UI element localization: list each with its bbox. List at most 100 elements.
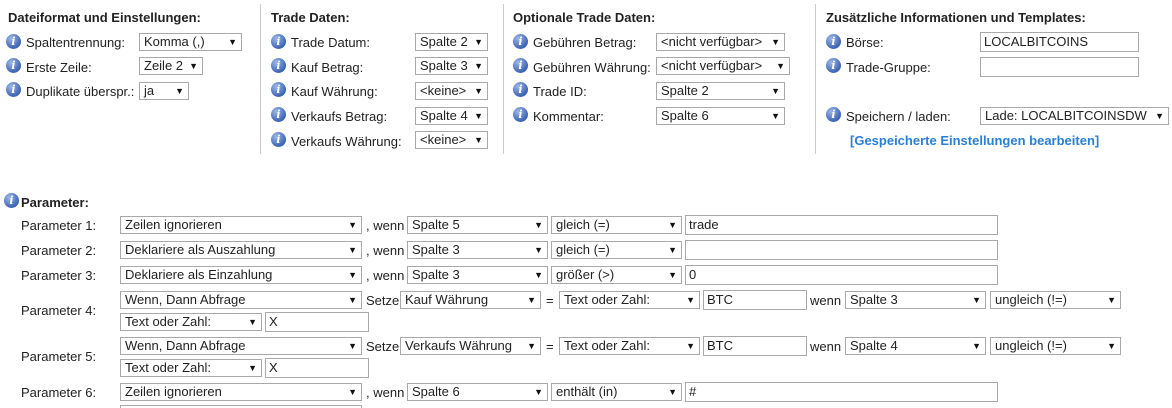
chevron-down-icon: ▼: [534, 387, 543, 397]
gebuehren-betrag-label: Gebühren Betrag:: [533, 35, 637, 50]
trade-id-label: Trade ID:: [533, 84, 587, 99]
parameter-2-action-select[interactable]: Deklariere als Auszahlung ▼: [120, 241, 362, 259]
info-icon[interactable]: i: [271, 132, 286, 147]
parameter-5-compare-value-input[interactable]: X: [265, 358, 369, 378]
parameter-3-label: Parameter 3:: [21, 268, 97, 283]
section-title-trade-daten: Trade Daten:: [271, 10, 350, 25]
divider: [503, 4, 504, 154]
kauf-betrag-select[interactable]: Spalte 3 ▼: [415, 57, 488, 75]
parameter-4-target-select[interactable]: Kauf Währung ▼: [400, 291, 541, 309]
info-icon[interactable]: i: [826, 58, 841, 73]
info-icon[interactable]: i: [271, 82, 286, 97]
edit-saved-settings-link[interactable]: [Gespeicherte Einstellungen bearbeiten]: [850, 133, 1099, 148]
parameter-6-column-select[interactable]: Spalte 6 ▼: [407, 383, 548, 401]
parameter-6-operator-select[interactable]: enthält (in) ▼: [551, 383, 682, 401]
parameter-5-action-select[interactable]: Wenn, Dann Abfrage ▼: [120, 337, 362, 355]
chevron-down-icon: ▼: [534, 220, 543, 230]
parameter-4-operator-select[interactable]: ungleich (!=) ▼: [990, 291, 1121, 309]
info-icon[interactable]: i: [826, 34, 841, 49]
gebuehren-waehrung-select[interactable]: <nicht verfügbar> ▼: [656, 57, 790, 75]
parameter-4-compare-type-select[interactable]: Text oder Zahl: ▼: [120, 313, 262, 331]
parameter-4-label: Parameter 4:: [21, 303, 97, 318]
parameter-1-value-input[interactable]: trade: [685, 215, 998, 235]
chevron-down-icon: ▼: [189, 61, 198, 71]
erste-zeile-select[interactable]: Zeile 2 ▼: [139, 57, 203, 75]
parameter-1-label: Parameter 1:: [21, 218, 97, 233]
info-icon[interactable]: i: [6, 82, 21, 97]
info-icon[interactable]: i: [6, 34, 21, 49]
parameter-4-compare-value-input[interactable]: X: [265, 312, 369, 332]
parameter-3-operator-select[interactable]: größer (>) ▼: [551, 266, 682, 284]
info-icon[interactable]: i: [6, 58, 21, 73]
kommentar-select[interactable]: Spalte 6 ▼: [656, 107, 785, 125]
parameter-5-operator-select[interactable]: ungleich (!=) ▼: [990, 337, 1121, 355]
spaltentrennung-select[interactable]: Komma (,) ▼: [139, 33, 242, 51]
chevron-down-icon: ▼: [686, 341, 695, 351]
info-icon[interactable]: i: [513, 82, 528, 97]
info-icon[interactable]: i: [271, 107, 286, 122]
divider: [260, 4, 261, 154]
info-icon[interactable]: i: [4, 193, 19, 208]
parameter-2-operator-select[interactable]: gleich (=) ▼: [551, 241, 682, 259]
parameter-1-operator-select[interactable]: gleich (=) ▼: [551, 216, 682, 234]
info-icon[interactable]: i: [271, 58, 286, 73]
chevron-down-icon: ▼: [686, 295, 695, 305]
parameter-3-action-select[interactable]: Deklariere als Einzahlung ▼: [120, 266, 362, 284]
verkaufs-waehrung-select[interactable]: <keine> ▼: [415, 131, 488, 149]
info-icon[interactable]: i: [271, 34, 286, 49]
parameter-3-column-select[interactable]: Spalte 3 ▼: [407, 266, 548, 284]
parameter-2-value-input[interactable]: [685, 240, 998, 260]
chevron-down-icon: ▼: [348, 270, 357, 280]
chevron-down-icon: ▼: [474, 37, 483, 47]
chevron-down-icon: ▼: [668, 245, 677, 255]
parameter-4-set-value-input[interactable]: BTC: [703, 290, 807, 310]
parameter-6-value-input[interactable]: #: [685, 382, 998, 402]
section-title-dateiformat: Dateiformat und Einstellungen:: [8, 10, 201, 25]
parameter-5-compare-type-select[interactable]: Text oder Zahl: ▼: [120, 359, 262, 377]
duplikate-select[interactable]: ja ▼: [139, 82, 189, 100]
equals-label: =: [546, 339, 554, 354]
parameter-1-action-select[interactable]: Zeilen ignorieren ▼: [120, 216, 362, 234]
parameter-3-value-input[interactable]: 0: [685, 265, 998, 285]
trade-datum-label: Trade Datum:: [291, 35, 370, 50]
parameter-5-target-select[interactable]: Verkaufs Währung ▼: [400, 337, 541, 355]
parameter-4-action-select[interactable]: Wenn, Dann Abfrage ▼: [120, 291, 362, 309]
wenn-label: , wenn: [366, 243, 405, 258]
spaltentrennung-label: Spaltentrennung:: [26, 35, 126, 50]
section-title-zusaetzliche-informationen: Zusätzliche Informationen und Templates:: [826, 10, 1086, 25]
setze-label: Setze: [366, 339, 400, 354]
chevron-down-icon: ▼: [474, 111, 483, 121]
parameter-1-column-select[interactable]: Spalte 5 ▼: [407, 216, 548, 234]
parameter-5-column-select[interactable]: Spalte 4 ▼: [845, 337, 986, 355]
template-select[interactable]: Lade: LOCALBITCOINSDW ▼: [980, 107, 1169, 125]
info-icon[interactable]: i: [513, 34, 528, 49]
chevron-down-icon: ▼: [776, 61, 785, 71]
info-icon[interactable]: i: [513, 58, 528, 73]
kommentar-label: Kommentar:: [533, 109, 604, 124]
parameter-5-label: Parameter 5:: [21, 349, 97, 364]
boerse-input[interactable]: LOCALBITCOINS: [980, 32, 1139, 52]
trade-datum-select[interactable]: Spalte 2 ▼: [415, 33, 488, 51]
divider: [815, 4, 816, 154]
info-icon[interactable]: i: [513, 107, 528, 122]
gebuehren-betrag-select[interactable]: <nicht verfügbar> ▼: [656, 33, 785, 51]
parameter-5-set-value-input[interactable]: BTC: [703, 336, 807, 356]
parameter-5-type-select[interactable]: Text oder Zahl: ▼: [559, 337, 700, 355]
kauf-waehrung-select[interactable]: <keine> ▼: [415, 82, 488, 100]
trade-gruppe-input[interactable]: [980, 57, 1139, 77]
verkaufs-betrag-select[interactable]: Spalte 4 ▼: [415, 107, 488, 125]
kauf-waehrung-label: Kauf Währung:: [291, 84, 378, 99]
chevron-down-icon: ▼: [771, 37, 780, 47]
parameter-4-type-select[interactable]: Text oder Zahl: ▼: [559, 291, 700, 309]
parameter-6-action-select[interactable]: Zeilen ignorieren ▼: [120, 383, 362, 401]
parameter-2-label: Parameter 2:: [21, 243, 97, 258]
trade-id-select[interactable]: Spalte 2 ▼: [656, 82, 785, 100]
erste-zeile-label: Erste Zeile:: [26, 60, 92, 75]
chevron-down-icon: ▼: [534, 245, 543, 255]
equals-label: =: [546, 293, 554, 308]
trade-gruppe-label: Trade-Gruppe:: [846, 60, 931, 75]
parameter-4-column-select[interactable]: Spalte 3 ▼: [845, 291, 986, 309]
wenn-label: wenn: [810, 339, 842, 354]
info-icon[interactable]: i: [826, 107, 841, 122]
parameter-2-column-select[interactable]: Spalte 3 ▼: [407, 241, 548, 259]
